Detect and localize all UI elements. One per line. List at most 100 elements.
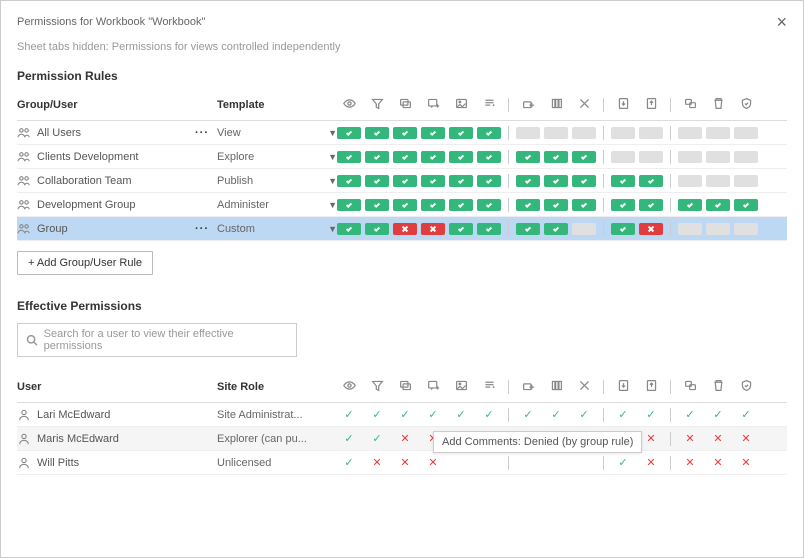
permission-pill[interactable] (393, 223, 417, 235)
permission-pill[interactable] (572, 175, 596, 187)
permission-pill[interactable] (421, 127, 445, 139)
download-summary-icon[interactable] (477, 379, 501, 395)
row-menu-icon[interactable]: ··· (195, 127, 209, 139)
permission-pill[interactable] (678, 199, 702, 211)
rule-row[interactable]: Group···Custom▼ (17, 217, 787, 241)
permission-pill[interactable] (706, 175, 730, 187)
header-group-user[interactable]: Group/User (17, 99, 217, 111)
permission-pill[interactable] (449, 223, 473, 235)
permission-pill[interactable] (572, 199, 596, 211)
permission-pill[interactable] (611, 223, 635, 235)
permission-pill[interactable] (516, 151, 540, 163)
download-wb-icon[interactable] (611, 379, 635, 395)
overwrite-icon[interactable] (639, 379, 663, 395)
header-user[interactable]: User (17, 381, 217, 393)
permission-pill[interactable] (639, 199, 663, 211)
set-permissions-icon[interactable] (734, 379, 758, 395)
permission-pill[interactable] (572, 223, 596, 235)
permission-pill[interactable] (421, 199, 445, 211)
share-icon[interactable] (516, 97, 540, 113)
move-icon[interactable] (678, 97, 702, 113)
permission-pill[interactable] (393, 175, 417, 187)
close-icon[interactable]: × (776, 13, 787, 31)
set-permissions-icon[interactable] (734, 97, 758, 113)
download-image-icon[interactable] (449, 97, 473, 113)
permission-pill[interactable] (611, 199, 635, 211)
permission-pill[interactable] (678, 223, 702, 235)
delete-icon[interactable] (706, 379, 730, 395)
web-edit-icon[interactable] (544, 379, 568, 395)
permission-pill[interactable] (706, 127, 730, 139)
permission-pill[interactable] (421, 223, 445, 235)
permission-pill[interactable] (734, 127, 758, 139)
permission-pill[interactable] (544, 223, 568, 235)
permission-pill[interactable] (477, 175, 501, 187)
header-site-role[interactable]: Site Role (217, 381, 337, 393)
download-image-icon[interactable] (449, 379, 473, 395)
permission-pill[interactable] (639, 127, 663, 139)
move-icon[interactable] (678, 379, 702, 395)
template-dropdown[interactable]: Administer▼ (217, 199, 337, 211)
rule-row[interactable]: Development GroupAdminister▼ (17, 193, 787, 217)
download-summary-icon[interactable] (477, 97, 501, 113)
add-comments-icon[interactable] (421, 379, 445, 395)
permission-pill[interactable] (393, 151, 417, 163)
permission-pill[interactable] (734, 175, 758, 187)
permission-pill[interactable] (477, 223, 501, 235)
template-dropdown[interactable]: Custom▼ (217, 223, 337, 235)
template-dropdown[interactable]: Publish▼ (217, 175, 337, 187)
permission-pill[interactable] (365, 151, 389, 163)
permission-pill[interactable] (449, 151, 473, 163)
permission-pill[interactable] (365, 127, 389, 139)
permission-pill[interactable] (393, 199, 417, 211)
permission-pill[interactable] (516, 199, 540, 211)
effective-row[interactable]: Will PittsUnlicensed✓✕✕✕✓✕✕✕✕ (17, 451, 787, 475)
web-edit-icon[interactable] (544, 97, 568, 113)
permission-pill[interactable] (572, 127, 596, 139)
permission-pill[interactable] (734, 199, 758, 211)
permission-pill[interactable] (365, 199, 389, 211)
permission-pill[interactable] (365, 223, 389, 235)
permission-pill[interactable] (393, 127, 417, 139)
permission-pill[interactable] (449, 199, 473, 211)
template-dropdown[interactable]: Explore▼ (217, 151, 337, 163)
permission-pill[interactable] (516, 127, 540, 139)
header-template[interactable]: Template (217, 99, 337, 111)
permission-pill[interactable] (337, 175, 361, 187)
permission-pill[interactable] (734, 223, 758, 235)
permission-pill[interactable] (639, 151, 663, 163)
view-comments-icon[interactable] (393, 379, 417, 395)
permission-pill[interactable] (611, 151, 635, 163)
permission-pill[interactable] (734, 151, 758, 163)
permission-pill[interactable] (572, 151, 596, 163)
permission-pill[interactable] (611, 127, 635, 139)
view-icon[interactable] (337, 97, 361, 113)
permission-pill[interactable] (421, 175, 445, 187)
permission-pill[interactable] (516, 175, 540, 187)
permission-pill[interactable] (449, 175, 473, 187)
permission-pill[interactable] (337, 199, 361, 211)
permission-pill[interactable] (611, 175, 635, 187)
permission-pill[interactable] (706, 223, 730, 235)
permission-pill[interactable] (639, 223, 663, 235)
permission-pill[interactable] (337, 127, 361, 139)
permission-pill[interactable] (544, 127, 568, 139)
add-comments-icon[interactable] (421, 97, 445, 113)
permission-pill[interactable] (544, 199, 568, 211)
rule-row[interactable]: Clients DevelopmentExplore▼ (17, 145, 787, 169)
view-comments-icon[interactable] (393, 97, 417, 113)
filter-icon[interactable] (365, 379, 389, 395)
add-group-user-rule-button[interactable]: + Add Group/User Rule (17, 251, 153, 275)
effective-row[interactable]: Lari McEdwardSite Administrat...✓✓✓✓✓✓✓✓… (17, 403, 787, 427)
permission-pill[interactable] (337, 223, 361, 235)
download-full-icon[interactable] (572, 379, 596, 395)
rule-row[interactable]: All Users···View▼ (17, 121, 787, 145)
permission-pill[interactable] (639, 175, 663, 187)
filter-icon[interactable] (365, 97, 389, 113)
view-icon[interactable] (337, 379, 361, 395)
share-icon[interactable] (516, 379, 540, 395)
permission-pill[interactable] (678, 127, 702, 139)
permission-pill[interactable] (544, 151, 568, 163)
effective-row[interactable]: Maris McEdwardExplorer (can pu...✓✓✕✕✓✓✓… (17, 427, 787, 451)
permission-pill[interactable] (706, 151, 730, 163)
